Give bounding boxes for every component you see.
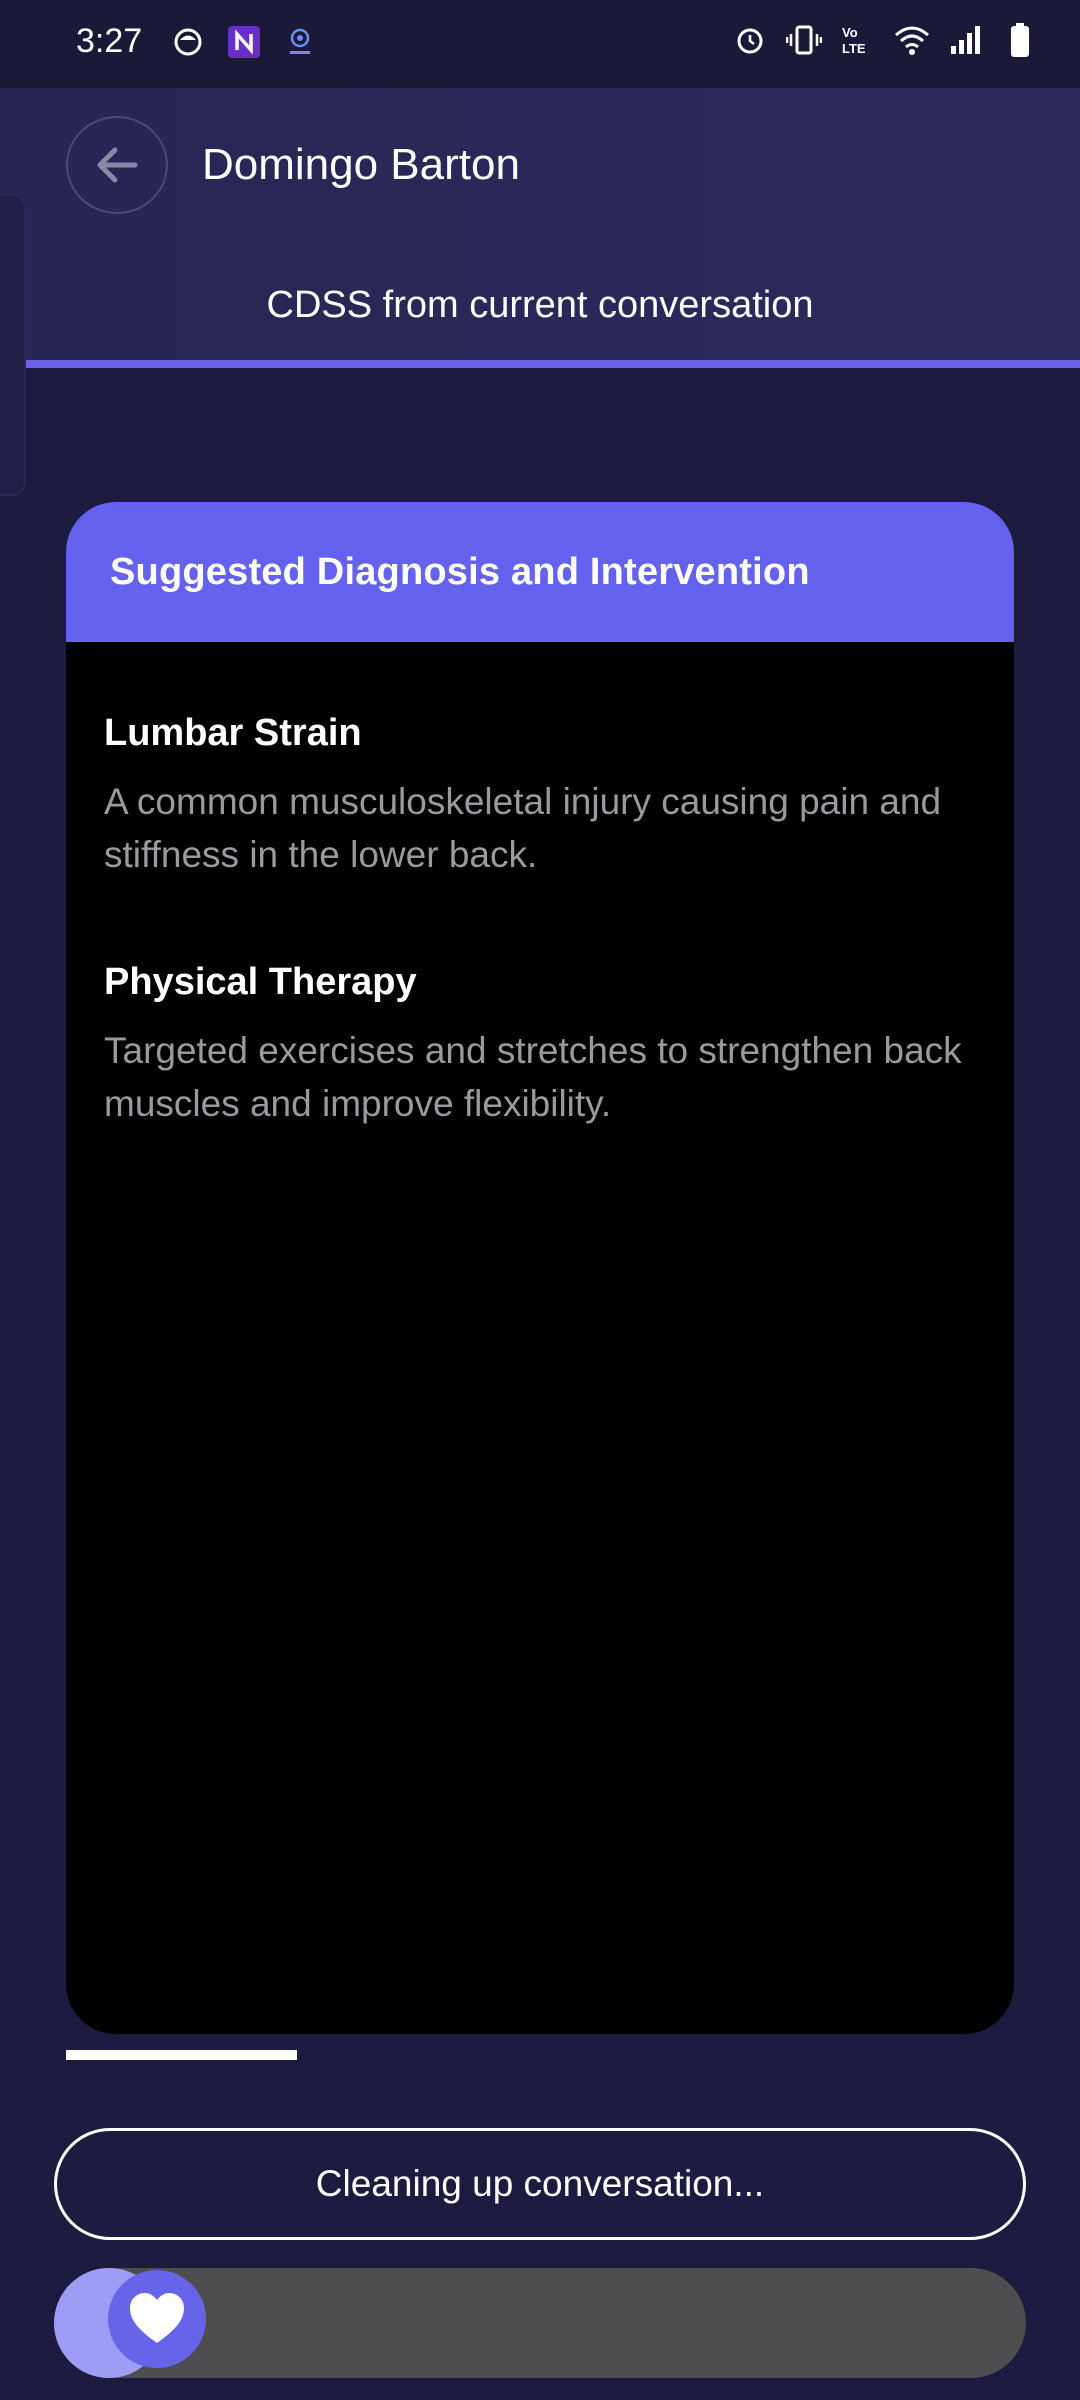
heart-icon [130,2293,184,2343]
slider-handle[interactable] [108,2270,206,2368]
app-header: Domingo Barton CDSS from current convers… [0,88,1080,364]
cast-icon [282,24,318,60]
item-description: A common musculoskeletal injury causing … [104,781,942,875]
signal-icon [948,22,984,58]
status-left-icons [170,24,318,60]
suggestion-card: Suggested Diagnosis and Intervention Lum… [66,502,1014,2034]
list-item: Physical Therapy Targeted exercises and … [104,961,976,1130]
tab-cdss[interactable]: CDSS from current conversation [0,284,1080,327]
tab-indicator [0,360,1080,368]
card-header: Suggested Diagnosis and Intervention [66,502,1014,642]
status-bar: 3:27 Vo LTE [0,0,1080,88]
arrow-left-icon [97,147,138,183]
vibrate-icon [786,22,822,58]
card-body: Lumbar Strain A common musculoskeletal i… [66,642,1014,1130]
item-title: Lumbar Strain [104,712,362,754]
battery-icon [1002,22,1038,58]
item-description: Targeted exercises and stretches to stre… [104,1030,962,1124]
side-drawer-handle[interactable] [0,194,26,496]
volte-icon: Vo LTE [840,22,876,58]
svg-text:LTE: LTE [842,41,866,56]
back-button[interactable] [66,116,168,214]
wifi-icon [894,22,930,58]
app-icon [170,24,206,60]
status-time: 3:27 [76,22,143,60]
alarm-icon [732,22,768,58]
svg-text:Vo: Vo [842,25,858,40]
status-right-icons: Vo LTE [732,22,1038,58]
page-indicator [66,2050,297,2060]
page-title: Domingo Barton [202,140,520,189]
list-item: Lumbar Strain A common musculoskeletal i… [104,712,976,881]
card-title: Suggested Diagnosis and Intervention [110,550,810,593]
n-app-icon [226,24,262,60]
cleanup-status-button[interactable]: Cleaning up conversation... [54,2128,1026,2240]
item-title: Physical Therapy [104,961,417,1003]
